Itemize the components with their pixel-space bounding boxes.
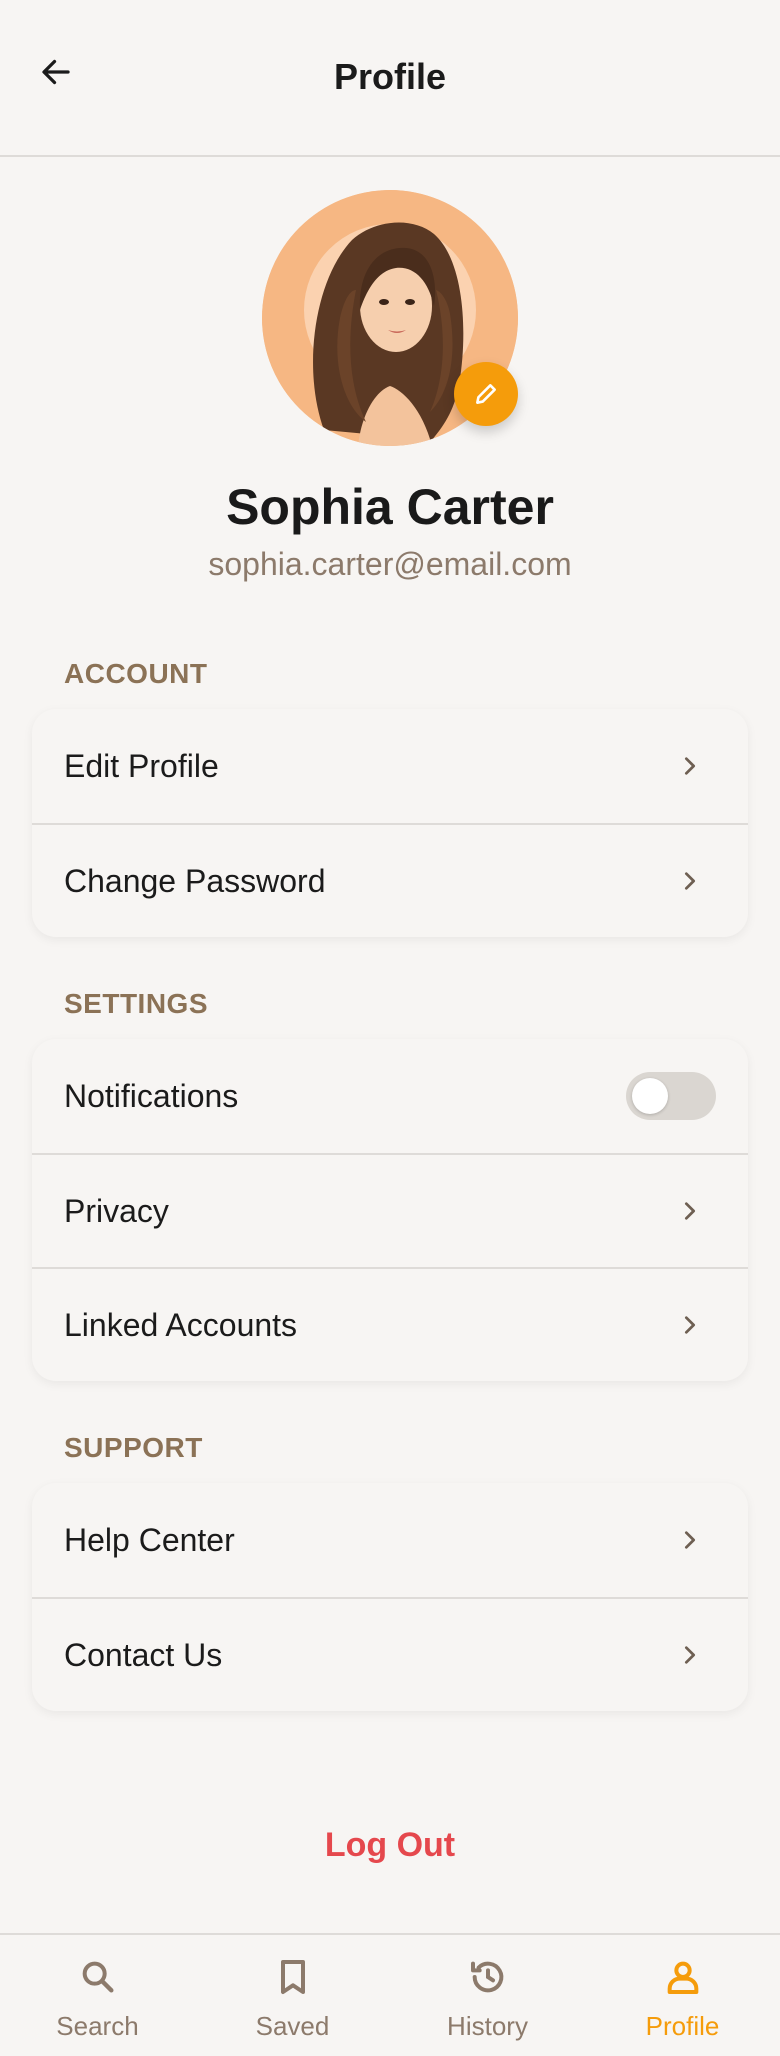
nav-label: Saved xyxy=(255,2011,330,2041)
section-label-settings: SETTINGS xyxy=(64,988,209,1019)
page-title: Profile xyxy=(333,56,447,97)
logout-button[interactable]: Log Out xyxy=(0,1826,780,1865)
row-label: Linked Accounts xyxy=(64,1306,298,1343)
chevron-right-icon xyxy=(676,1197,704,1225)
row-label: Change Password xyxy=(64,862,326,899)
chevron-right-icon xyxy=(676,1526,704,1554)
chevron-right-icon xyxy=(676,867,704,895)
bookmark-icon xyxy=(271,1955,315,1999)
row-change-password[interactable]: Change Password xyxy=(32,823,748,937)
person-icon xyxy=(661,1955,705,1999)
row-label: Contact Us xyxy=(64,1636,223,1673)
support-card: Help Center Contact Us xyxy=(32,1483,748,1711)
nav-label: History xyxy=(447,2011,528,2041)
avatar-container xyxy=(262,190,518,446)
row-linked-accounts[interactable]: Linked Accounts xyxy=(32,1267,748,1381)
nav-item-saved[interactable]: Saved xyxy=(195,1935,390,2056)
row-privacy[interactable]: Privacy xyxy=(32,1153,748,1267)
chevron-right-icon xyxy=(676,1641,704,1669)
nav-item-search[interactable]: Search xyxy=(0,1935,195,2056)
row-help-center[interactable]: Help Center xyxy=(32,1483,748,1597)
row-contact-us[interactable]: Contact Us xyxy=(32,1597,748,1711)
app-header: Profile xyxy=(0,0,780,157)
profile-name: Sophia Carter xyxy=(226,479,554,535)
chevron-right-icon xyxy=(676,752,704,780)
settings-card: Notifications Privacy Linked Accounts xyxy=(32,1039,748,1381)
row-label: Privacy xyxy=(64,1192,169,1229)
nav-item-history[interactable]: History xyxy=(390,1935,585,2056)
notifications-toggle[interactable] xyxy=(626,1072,716,1120)
row-label: Edit Profile xyxy=(64,747,219,784)
account-card: Edit Profile Change Password xyxy=(32,709,748,937)
row-notifications: Notifications xyxy=(32,1039,748,1153)
bottom-nav: Search Saved History Profile xyxy=(0,1933,780,2056)
nav-item-profile[interactable]: Profile xyxy=(585,1935,780,2056)
pencil-icon xyxy=(476,384,496,404)
row-label: Help Center xyxy=(64,1521,235,1558)
history-icon xyxy=(466,1955,510,1999)
row-label: Notifications xyxy=(64,1077,239,1114)
section-label-support: SUPPORT xyxy=(64,1432,203,1463)
section-label-account: ACCOUNT xyxy=(64,658,208,689)
row-edit-profile[interactable]: Edit Profile xyxy=(32,709,748,823)
nav-label: Profile xyxy=(645,2011,720,2041)
search-icon xyxy=(76,1955,120,1999)
nav-label: Search xyxy=(56,2011,139,2041)
edit-avatar-button[interactable] xyxy=(454,362,518,426)
chevron-right-icon xyxy=(676,1311,704,1339)
toggle-knob xyxy=(632,1078,668,1114)
profile-email: sophia.carter@email.com xyxy=(208,546,572,582)
